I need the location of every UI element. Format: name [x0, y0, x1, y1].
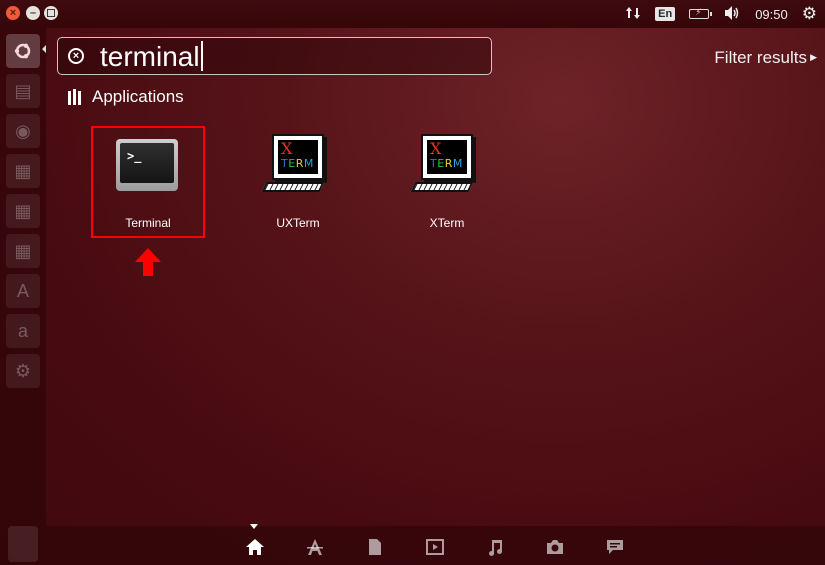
- close-icon: ×: [9, 6, 17, 19]
- minimize-icon: –: [29, 6, 37, 19]
- dash-home-button[interactable]: [6, 34, 40, 68]
- home-icon[interactable]: [244, 537, 266, 557]
- search-query[interactable]: terminal: [100, 41, 200, 72]
- indicator-area: En ⚡ 09:50 ⚙: [625, 4, 817, 24]
- battery-charging-icon[interactable]: ⚡: [689, 7, 713, 19]
- launcher: ▤ ◉ ▦ ▦ ▦ A a ⚙: [0, 28, 46, 565]
- launcher-software-center-icon[interactable]: A: [6, 274, 40, 308]
- volume-icon[interactable]: [723, 5, 741, 24]
- launcher-active-arrow: [42, 45, 46, 53]
- social-icon[interactable]: [604, 537, 626, 557]
- app-label: UXTerm: [276, 216, 320, 230]
- app-uxterm[interactable]: X TERM UXTerm: [240, 126, 356, 240]
- launcher-settings-icon[interactable]: ⚙: [6, 354, 40, 388]
- launcher-trash-icon[interactable]: [8, 526, 38, 562]
- maximize-window-button[interactable]: [44, 6, 58, 20]
- keyboard-layout-indicator[interactable]: En: [655, 7, 676, 21]
- dash-background: [0, 0, 825, 565]
- launcher-files-icon[interactable]: ▤: [6, 74, 40, 108]
- keyboard-graphic: [261, 182, 325, 192]
- app-label: XTerm: [429, 216, 465, 230]
- network-updown-icon[interactable]: [625, 5, 641, 24]
- launcher-calc-icon[interactable]: ▦: [6, 194, 40, 228]
- photo-icon[interactable]: [544, 537, 566, 557]
- clear-search-icon[interactable]: ×: [68, 48, 84, 64]
- maximize-icon: [47, 9, 55, 17]
- minimize-window-button[interactable]: –: [26, 6, 40, 20]
- close-window-button[interactable]: ×: [6, 6, 20, 20]
- filter-arrow-icon[interactable]: ▶: [810, 52, 817, 63]
- uxterm-app-icon: X TERM: [272, 134, 324, 180]
- app-xterm[interactable]: X TERM XTerm: [389, 126, 505, 240]
- search-field[interactable]: × terminal: [57, 37, 492, 75]
- filter-results-button[interactable]: Filter results: [714, 48, 807, 68]
- launcher-amazon-icon[interactable]: a: [6, 314, 40, 348]
- music-icon[interactable]: [484, 537, 506, 557]
- terminal-highlight-box: [91, 126, 205, 238]
- applications-icon[interactable]: [304, 537, 326, 557]
- applications-category-header[interactable]: Applications: [68, 86, 184, 108]
- keyboard-graphic: [410, 182, 474, 192]
- up-arrow-annotation: [135, 248, 161, 276]
- xterm-app-icon: X TERM: [421, 134, 473, 180]
- applications-category-icon: [68, 89, 81, 105]
- launcher-impress-icon[interactable]: ▦: [6, 234, 40, 268]
- ubuntu-logo-icon: [14, 43, 31, 59]
- files-icon[interactable]: [364, 537, 386, 557]
- launcher-writer-icon[interactable]: ▦: [6, 154, 40, 188]
- text-caret: [200, 41, 203, 71]
- top-panel: × – En ⚡ 09:50 ⚙: [0, 0, 825, 28]
- launcher-firefox-icon[interactable]: ◉: [6, 114, 40, 148]
- active-lens-indicator: [250, 524, 258, 529]
- gear-icon[interactable]: ⚙: [802, 4, 817, 24]
- category-title: Applications: [92, 87, 184, 106]
- video-icon[interactable]: [424, 537, 446, 557]
- clock[interactable]: 09:50: [755, 7, 788, 22]
